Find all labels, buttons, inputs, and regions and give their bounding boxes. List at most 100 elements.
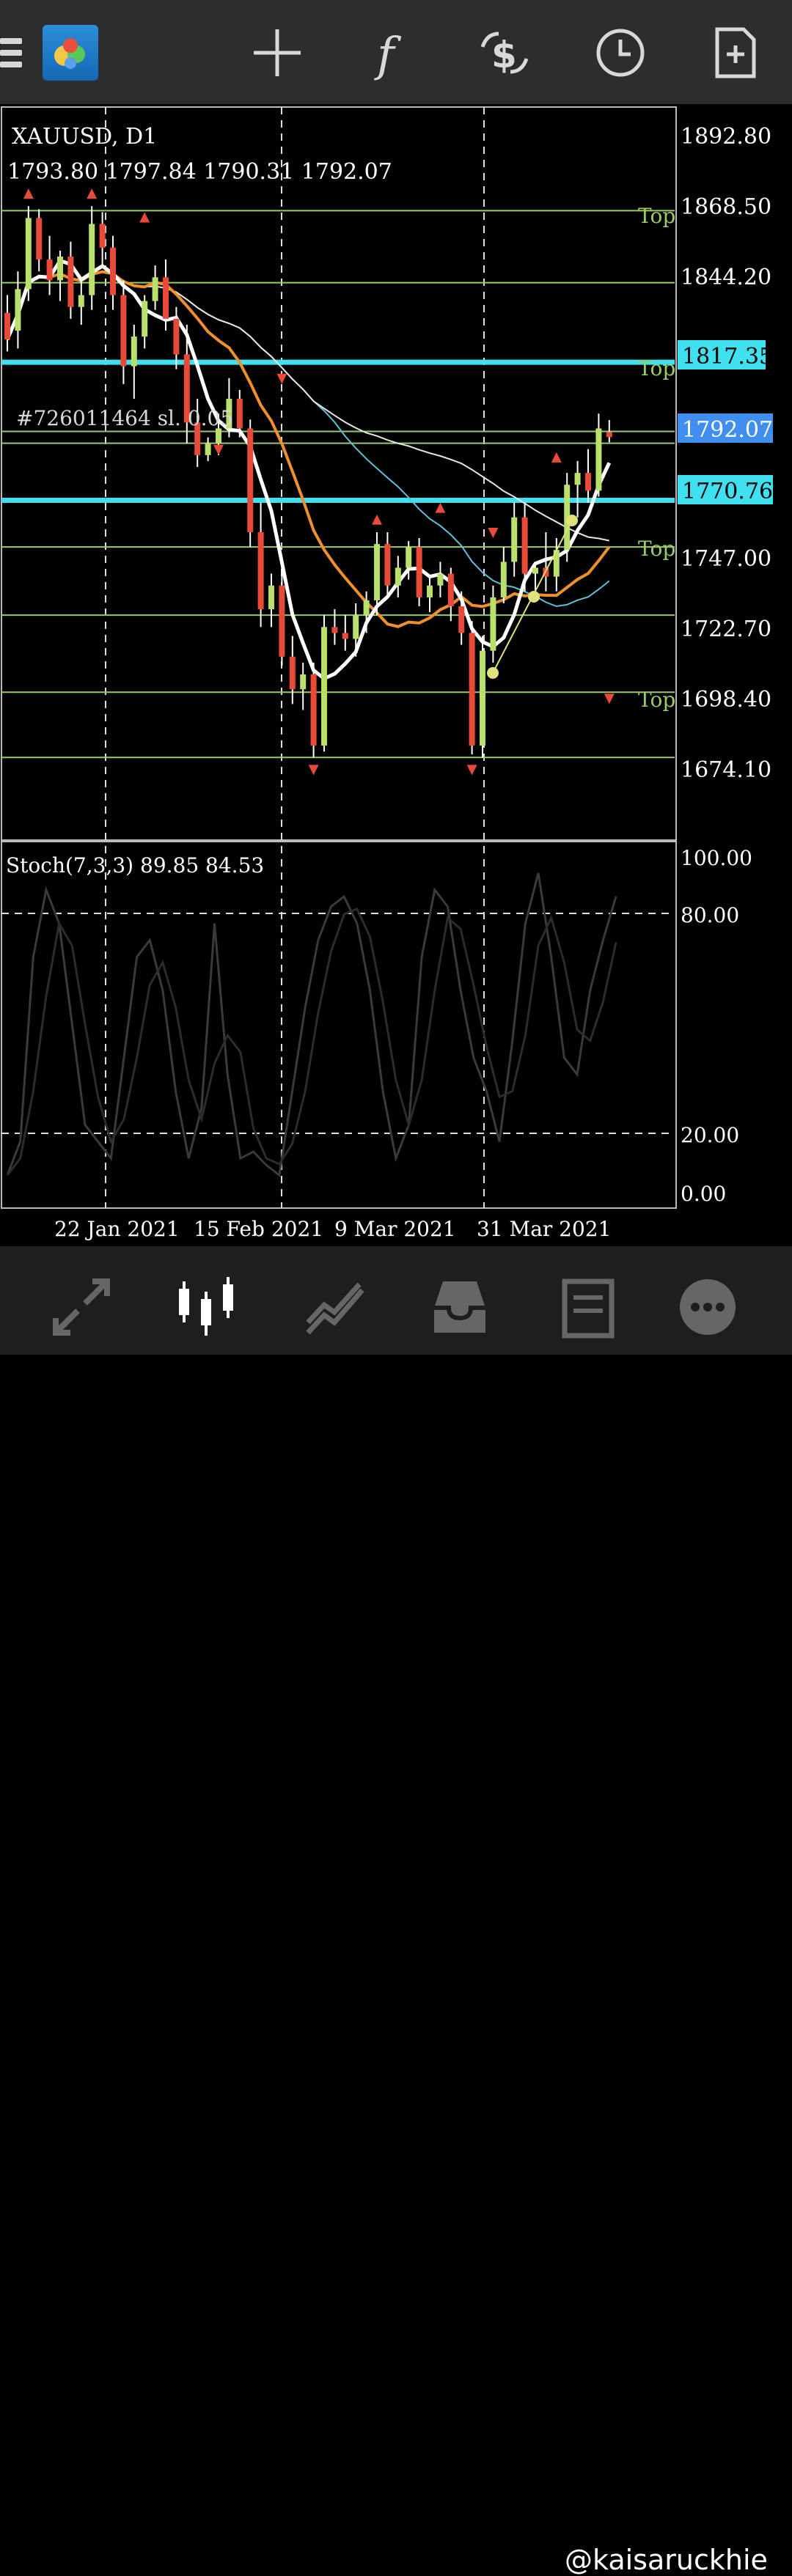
top-label: Top — [638, 204, 675, 228]
bottom-navigation: @kaisaruckhie — [0, 1246, 792, 2576]
trend-point — [528, 591, 540, 603]
fractal-up-arrow — [23, 188, 34, 199]
fractal-up-arrow — [139, 212, 150, 223]
function-icon[interactable]: f — [364, 25, 419, 81]
candle-body — [163, 277, 169, 319]
candle-body — [120, 295, 127, 367]
fractal-down-arrow — [466, 765, 477, 776]
ma-orange-line — [6, 270, 611, 628]
candle-body — [36, 218, 43, 260]
candle-body — [511, 517, 518, 562]
candle-body — [89, 224, 95, 295]
menu-icon[interactable] — [0, 38, 22, 67]
top-label: Top — [638, 537, 675, 561]
candle-body — [374, 544, 380, 600]
price-label: 1892.80 — [681, 124, 771, 150]
fractal-up-arrow — [87, 188, 98, 199]
current-price-tag: 1792.07 — [682, 417, 773, 443]
candle-body — [363, 600, 370, 616]
candle-body — [331, 627, 338, 633]
clock-icon[interactable] — [593, 25, 648, 81]
candle-body — [173, 318, 180, 355]
news-icon[interactable] — [554, 1274, 620, 1340]
candle-body — [25, 218, 32, 290]
candle-body — [384, 544, 391, 586]
fractal-down-arrow — [488, 527, 499, 538]
candle-body — [99, 224, 106, 248]
new-document-icon[interactable] — [707, 25, 763, 81]
price-label: 1722.70 — [681, 617, 771, 642]
candle-body — [15, 289, 21, 331]
stoch-chart-border — [1, 841, 677, 1209]
candle-body — [353, 615, 359, 639]
stoch-level-label: 0.00 — [681, 1182, 726, 1206]
candle-body — [395, 567, 401, 586]
fractal-up-arrow — [551, 452, 562, 463]
trade-icon[interactable]: $ — [477, 25, 532, 81]
candle-body — [4, 312, 10, 340]
candle-body — [131, 336, 137, 367]
horizontal-levels — [1, 210, 675, 759]
quotes-icon[interactable] — [48, 1274, 114, 1340]
candle-body — [490, 597, 496, 651]
time-label: 15 Feb 2021 — [194, 1217, 323, 1241]
app-logo[interactable] — [43, 25, 98, 81]
stoch-main-line — [6, 872, 617, 1177]
fractal-down-arrow — [276, 373, 287, 384]
candle-body — [236, 399, 243, 429]
fractal-down-arrow — [213, 444, 224, 455]
candle-body — [57, 257, 63, 281]
candle-body — [268, 585, 274, 610]
watermark-text: @kaisaruckhie — [565, 2544, 768, 2576]
price-label: 1868.50 — [681, 194, 771, 220]
fractal-down-arrow — [604, 693, 615, 704]
messages-icon[interactable] — [675, 1274, 741, 1340]
history-icon[interactable] — [427, 1274, 493, 1340]
top-toolbar: f $ — [0, 0, 792, 104]
candle-body — [574, 473, 581, 485]
candle-body — [279, 585, 285, 657]
candle-body — [532, 567, 538, 574]
svg-text:f: f — [374, 28, 402, 81]
stoch-level-label: 80.00 — [681, 903, 739, 927]
chart-icon[interactable] — [173, 1274, 239, 1340]
fractal-up-arrow — [435, 502, 446, 513]
candle-body — [310, 674, 317, 746]
price-label: 1844.20 — [681, 265, 771, 290]
candle-body — [247, 428, 254, 532]
price-label: 1698.40 — [681, 687, 771, 713]
candle-body — [595, 428, 602, 491]
candle-body — [427, 585, 433, 597]
crosshair-icon[interactable] — [249, 25, 305, 81]
trade-icon[interactable] — [302, 1274, 368, 1340]
ma-teal-line — [7, 271, 610, 608]
candle-body — [406, 547, 412, 568]
fractal-down-arrow — [308, 765, 319, 776]
candle-body — [416, 547, 422, 597]
candle-body — [257, 531, 264, 610]
candle-body — [458, 606, 465, 633]
candle-body — [606, 432, 612, 438]
order-label[interactable]: #726011464 sl. 0.05 — [16, 406, 233, 430]
trend-point — [487, 667, 499, 679]
level-tag-upper: 1817.35 — [682, 344, 773, 369]
candles — [4, 206, 612, 758]
time-label: 22 Jan 2021 — [54, 1217, 180, 1241]
chart-area[interactable]: XAUUSD, D1 1793.80 1797.84 1790.31 1792.… — [0, 104, 792, 1246]
candle-body — [585, 473, 591, 491]
candle-body — [110, 247, 116, 295]
candle-body — [142, 301, 148, 337]
stoch-label: Stoch(7,3,3) 89.85 84.53 — [6, 853, 264, 877]
candle-body — [437, 573, 444, 586]
ma-white-line — [5, 258, 612, 681]
candle-body — [152, 277, 158, 301]
candle-body — [447, 573, 454, 607]
price-label: 1747.00 — [681, 546, 771, 572]
stoch-level-lines — [1, 913, 675, 1134]
candle-body — [78, 295, 84, 307]
top-label: Top — [638, 688, 675, 712]
candle-body — [289, 656, 296, 690]
candle-body — [469, 633, 475, 746]
candle-body — [216, 428, 221, 444]
price-label: 1674.10 — [681, 757, 771, 783]
